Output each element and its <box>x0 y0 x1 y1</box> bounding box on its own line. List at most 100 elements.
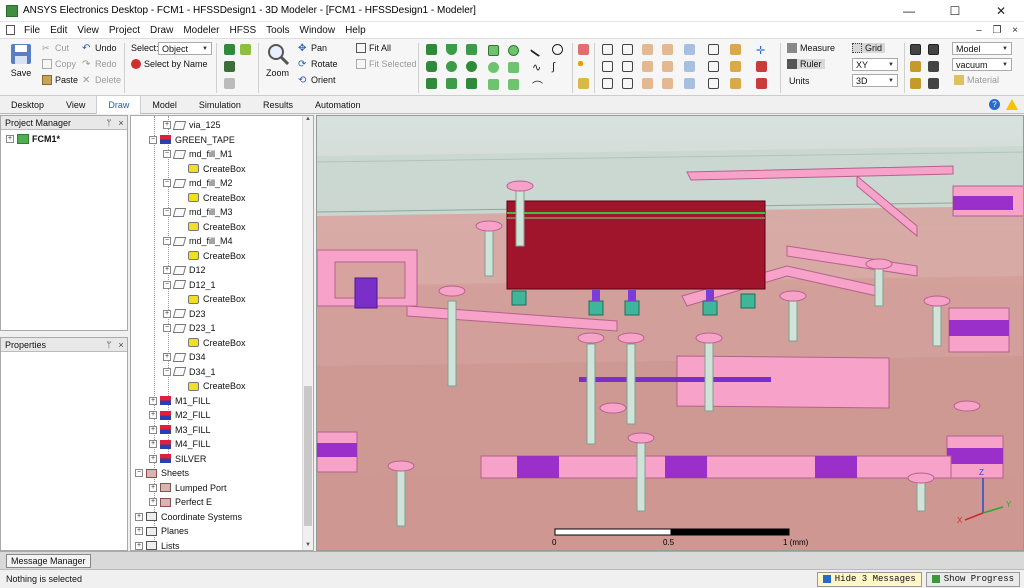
tree-item[interactable]: − D34_1 <box>163 365 216 379</box>
tree-item[interactable]: − D12_1 <box>163 278 216 292</box>
select-face-icon[interactable] <box>240 44 251 55</box>
chamfer-icon[interactable] <box>684 78 695 89</box>
tab-simulation[interactable]: Simulation <box>188 96 252 114</box>
collapse-icon[interactable]: − <box>149 135 157 144</box>
tree-item[interactable]: − GREEN_TAPE <box>149 133 235 147</box>
mdi-restore-button[interactable]: ❐ <box>988 25 1006 36</box>
mdi-close-button[interactable]: × <box>1006 25 1024 36</box>
snap-grid-icon[interactable] <box>928 44 939 55</box>
save-button[interactable]: Save <box>10 43 32 78</box>
tree-item[interactable]: CreateBox <box>177 249 246 263</box>
expand-icon[interactable]: + <box>149 454 157 463</box>
expand-icon[interactable]: + <box>149 498 157 506</box>
draw-cylinder-icon[interactable] <box>426 61 437 72</box>
expand-icon[interactable]: + <box>163 121 171 129</box>
expand-icon[interactable]: + <box>163 266 171 274</box>
tree-item[interactable]: + Perfect E <box>149 495 212 509</box>
draw-region-icon[interactable] <box>488 79 499 90</box>
menu-file[interactable]: File <box>19 25 45 36</box>
minimize-button[interactable]: — <box>886 0 932 22</box>
message-manager-tab[interactable]: Message Manager <box>6 554 91 568</box>
modeler-viewport[interactable]: 0 0.5 1 (mm) Z Y X <box>316 115 1024 551</box>
set-working-cs-icon[interactable] <box>756 78 767 89</box>
paste-button[interactable]: Paste <box>42 75 78 85</box>
draw-circle-icon[interactable] <box>488 62 499 73</box>
face-cs-icon[interactable] <box>730 61 741 72</box>
material-button[interactable]: Material <box>954 75 999 85</box>
expand-icon[interactable]: + <box>149 411 157 419</box>
draw-torus-icon[interactable] <box>466 61 477 72</box>
menu-hfss[interactable]: HFSS <box>224 25 261 36</box>
expand-icon[interactable]: + <box>135 512 143 521</box>
tree-item[interactable]: − D23_1 <box>163 321 216 335</box>
section-icon[interactable] <box>708 78 719 89</box>
draw-point-marker-icon[interactable] <box>578 61 583 66</box>
expand-icon[interactable]: + <box>149 396 157 405</box>
draw-spiral-icon[interactable] <box>446 78 457 89</box>
tree-item[interactable]: CreateBox <box>177 191 246 205</box>
delete-button[interactable]: ✕ Delete <box>82 75 121 86</box>
unite-icon[interactable] <box>602 44 613 55</box>
menu-help[interactable]: Help <box>340 25 371 36</box>
draw-point-icon[interactable]: ⌒ <box>532 78 543 93</box>
scroll-thumb[interactable] <box>304 386 312 526</box>
tab-draw[interactable]: Draw <box>96 95 142 114</box>
tree-item[interactable]: + D12 <box>163 263 206 277</box>
tree-item[interactable]: + SILVER <box>149 452 206 466</box>
draw-box-icon[interactable] <box>426 44 437 55</box>
draw-ellipse-icon[interactable] <box>508 45 519 56</box>
tree-item[interactable]: − Sheets <box>135 466 189 480</box>
sweep-icon[interactable] <box>684 44 695 55</box>
tree-item[interactable]: + D23 <box>163 307 206 321</box>
duplicate-icon[interactable] <box>642 78 653 89</box>
scroll-down-icon[interactable]: ▼ <box>303 542 313 550</box>
separate-icon[interactable] <box>622 61 633 72</box>
object-cs-icon[interactable] <box>730 78 741 89</box>
pin-icon[interactable]: ᛘ <box>103 340 115 350</box>
expand-icon[interactable]: + <box>135 527 143 535</box>
snap-face-icon[interactable] <box>910 78 921 89</box>
draw-helix-icon[interactable] <box>426 78 437 89</box>
tree-item[interactable]: + Lists <box>135 539 180 550</box>
tab-desktop[interactable]: Desktop <box>0 96 55 114</box>
hide-messages-button[interactable]: Hide 3 Messages <box>816 571 922 587</box>
collapse-icon[interactable]: − <box>163 280 171 289</box>
thicken-icon[interactable] <box>684 61 695 72</box>
collapse-icon[interactable]: − <box>163 237 171 245</box>
copy-button[interactable]: Copy <box>42 59 76 69</box>
pin-icon[interactable]: ᛘ <box>103 118 115 128</box>
menu-modeler[interactable]: Modeler <box>178 25 224 36</box>
close-icon[interactable]: × <box>115 118 127 128</box>
tree-scrollbar[interactable]: ▲ ▼ <box>302 116 313 550</box>
axis-icon[interactable]: ✛ <box>756 44 767 57</box>
rotate-object-icon[interactable] <box>662 61 673 72</box>
menu-draw[interactable]: Draw <box>145 25 178 36</box>
model-view-icon[interactable] <box>910 44 921 55</box>
tree-item[interactable]: + M1_FILL <box>149 394 211 408</box>
expand-icon[interactable]: + <box>149 440 157 448</box>
move-icon[interactable] <box>642 61 653 72</box>
tree-item[interactable]: CreateBox <box>177 292 246 306</box>
tree-item[interactable]: CreateBox <box>177 379 246 393</box>
draw-arc-icon[interactable] <box>552 44 563 55</box>
tree-item[interactable]: + M3_FILL <box>149 423 211 437</box>
select-mode-combo[interactable]: Object ▼ <box>158 42 212 55</box>
expand-icon[interactable]: + <box>6 135 14 143</box>
tree-item[interactable]: − md_fill_M1 <box>163 147 233 161</box>
help-icon[interactable]: ? <box>989 99 1000 110</box>
expand-icon[interactable]: + <box>163 309 171 318</box>
fit-selected-button[interactable]: Fit Selected <box>356 59 417 69</box>
project-node[interactable]: + FCM1* <box>1 130 127 144</box>
draw-spline-icon[interactable]: ∿ <box>532 61 543 74</box>
expand-icon[interactable]: + <box>149 425 157 434</box>
measure-button[interactable]: Measure <box>787 43 835 53</box>
grid-plane-combo[interactable]: XY ▼ <box>852 58 898 71</box>
grid-dimension-combo[interactable]: 3D ▼ <box>852 74 898 87</box>
tree-item[interactable]: + Planes <box>135 524 189 538</box>
tab-automation[interactable]: Automation <box>304 96 372 114</box>
tree-item[interactable]: + M2_FILL <box>149 408 211 422</box>
tab-results[interactable]: Results <box>252 96 304 114</box>
expand-icon[interactable]: + <box>163 353 171 361</box>
select-edge-icon[interactable] <box>224 61 235 72</box>
collapse-icon[interactable]: − <box>163 208 171 216</box>
